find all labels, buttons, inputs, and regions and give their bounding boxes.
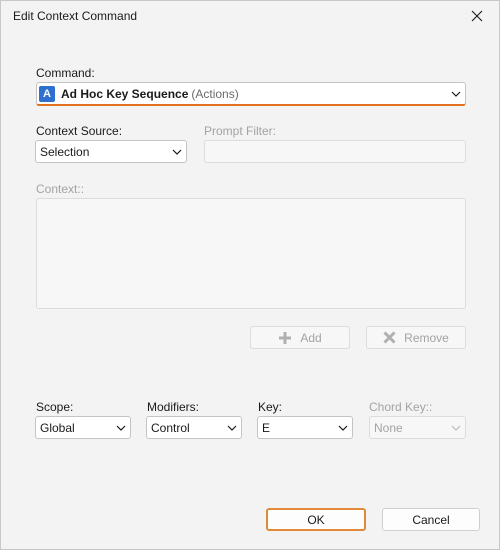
close-button[interactable]	[455, 1, 499, 31]
context-source-combo[interactable]: Selection	[35, 140, 187, 163]
command-name: Ad Hoc Key Sequence	[61, 86, 189, 101]
key-label: Key:	[258, 400, 283, 414]
plus-icon	[278, 331, 292, 345]
ok-button[interactable]: OK	[266, 508, 366, 531]
remove-button-label: Remove	[404, 330, 449, 345]
context-source-value: Selection	[40, 144, 90, 159]
context-source-label: Context Source:	[36, 124, 123, 138]
modifiers-value: Control	[151, 420, 190, 435]
chord-key-label: Chord Key::	[369, 400, 433, 414]
title-bar: Edit Context Command	[1, 1, 499, 31]
x-icon	[383, 331, 396, 344]
context-textarea[interactable]	[36, 198, 466, 309]
key-value: E	[262, 420, 271, 435]
scope-combo[interactable]: Global	[35, 416, 131, 439]
command-combo[interactable]: A Ad Hoc Key Sequence (Actions)	[36, 82, 466, 106]
window-title: Edit Context Command	[13, 9, 138, 23]
add-button-label: Add	[300, 330, 322, 345]
ok-button-label: OK	[307, 512, 325, 527]
cancel-button-label: Cancel	[412, 512, 450, 527]
chevron-down-icon	[447, 417, 465, 438]
command-label: Command:	[36, 66, 95, 80]
chevron-down-icon	[447, 83, 465, 104]
modifiers-label: Modifiers:	[147, 400, 200, 414]
chord-key-combo[interactable]: None	[369, 416, 466, 439]
chevron-down-icon	[334, 417, 352, 438]
action-icon: A	[39, 85, 55, 102]
chevron-down-icon	[168, 141, 186, 162]
close-icon	[471, 10, 483, 22]
modifiers-combo[interactable]: Control	[146, 416, 242, 439]
chevron-down-icon	[223, 417, 241, 438]
key-combo[interactable]: E	[257, 416, 353, 439]
context-label: Context::	[36, 182, 85, 196]
dialog-window: Edit Context Command Command: A Ad Hoc K…	[0, 0, 500, 550]
chevron-down-icon	[112, 417, 130, 438]
prompt-filter-label: Prompt Filter:	[204, 124, 277, 138]
chord-key-value: None	[374, 420, 403, 435]
scope-label: Scope:	[36, 400, 74, 414]
remove-button[interactable]: Remove	[366, 326, 466, 349]
add-button[interactable]: Add	[250, 326, 350, 349]
command-category: (Actions)	[191, 86, 239, 101]
scope-value: Global	[40, 420, 75, 435]
prompt-filter-input[interactable]	[204, 140, 466, 163]
cancel-button[interactable]: Cancel	[382, 508, 480, 531]
